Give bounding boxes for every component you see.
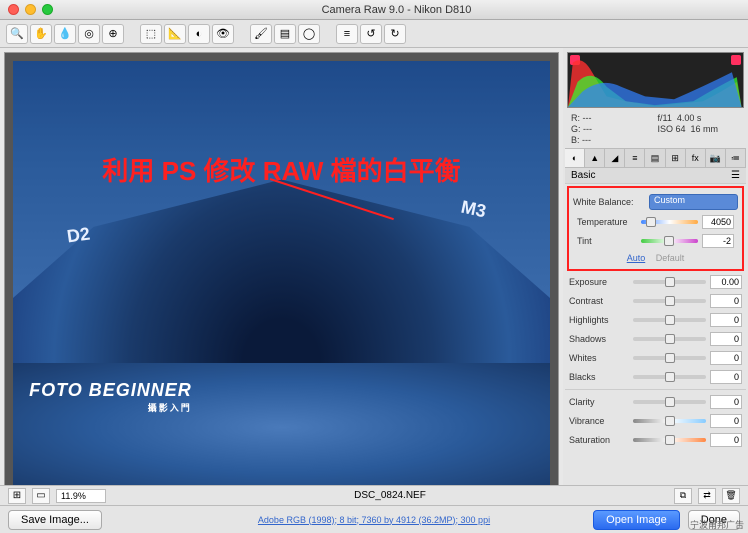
footer: Save Image... Adobe RGB (1998); 8 bit; 7… (0, 505, 748, 533)
panel-menu-icon[interactable]: ☰ (731, 170, 740, 181)
shadows-label: Shadows (569, 334, 629, 344)
corner-watermark: 宁波甬邦广告 (690, 518, 744, 531)
white-balance-section: White Balance: Custom Temperature 4050 T… (567, 186, 744, 271)
clarity-value[interactable]: 0 (710, 395, 742, 409)
vibrance-value[interactable]: 0 (710, 414, 742, 428)
contrast-value[interactable]: 0 (710, 294, 742, 308)
filename-display: DSC_0824.NEF (112, 490, 668, 501)
tab-camera-icon[interactable]: 📷 (706, 149, 726, 167)
blacks-value[interactable]: 0 (710, 370, 742, 384)
histogram[interactable] (567, 52, 744, 108)
adjustment-brush-icon[interactable]: 🖌 (250, 24, 272, 44)
panel-header: Basic☰ (565, 168, 746, 184)
saturation-label: Saturation (569, 435, 629, 445)
maximize-button[interactable] (42, 4, 53, 15)
spot-removal-icon[interactable]: ◐ (188, 24, 210, 44)
blacks-label: Blacks (569, 372, 629, 382)
blacks-slider[interactable] (633, 371, 706, 383)
default-link: Default (656, 253, 685, 263)
tab-hsl-icon[interactable]: ≡ (625, 149, 645, 167)
whites-label: Whites (569, 353, 629, 363)
preferences-icon[interactable]: ≡ (336, 24, 358, 44)
shadows-slider[interactable] (633, 333, 706, 345)
rotate-ccw-icon[interactable]: ↺ (360, 24, 382, 44)
saturation-value[interactable]: 0 (710, 433, 742, 447)
tint-slider[interactable] (641, 235, 698, 247)
zoom-level[interactable]: 11.9% (56, 489, 106, 503)
grid-view-icon[interactable]: ⊞ (8, 488, 26, 504)
highlights-slider[interactable] (633, 314, 706, 326)
clarity-label: Clarity (569, 397, 629, 407)
minimize-button[interactable] (25, 4, 36, 15)
exposure-value[interactable]: 0.00 (710, 275, 742, 289)
preview-footer: ⊞ ▭ 11.9% DSC_0824.NEF ⧉ ⇄ 🗑 (0, 485, 748, 505)
delete-icon[interactable]: 🗑 (722, 488, 740, 504)
side-panel: R: --- f/11 4.00 s G: --- ISO 64 16 mm B… (563, 48, 748, 505)
open-image-button[interactable]: Open Image (593, 510, 680, 530)
eyedropper-icon[interactable]: 💧 (54, 24, 76, 44)
auto-link[interactable]: Auto (627, 253, 646, 263)
saturation-slider[interactable] (633, 434, 706, 446)
target-adjust-icon[interactable]: ⊕ (102, 24, 124, 44)
toolbar: 🔍 ✋ 💧 ◎ ⊕ ⬚ 📐 ◐ 👁 🖌 ▤ ◯ ≡ ↺ ↻ (0, 20, 748, 48)
zoom-tool-icon[interactable]: 🔍 (6, 24, 28, 44)
image-label-d2: D2 (65, 223, 91, 247)
wb-dropdown[interactable]: Custom (649, 194, 738, 210)
contrast-slider[interactable] (633, 295, 706, 307)
vibrance-slider[interactable] (633, 415, 706, 427)
shadows-value[interactable]: 0 (710, 332, 742, 346)
tab-fx-icon[interactable]: fx (686, 149, 706, 167)
tint-label: Tint (577, 236, 637, 246)
redeye-icon[interactable]: 👁 (212, 24, 234, 44)
tab-curve-icon[interactable]: ▲ (585, 149, 605, 167)
temperature-slider[interactable] (641, 216, 698, 228)
compare-icon[interactable]: ⧉ (674, 488, 692, 504)
radial-filter-icon[interactable]: ◯ (298, 24, 320, 44)
workflow-options-link[interactable]: Adobe RGB (1998); 8 bit; 7360 by 4912 (3… (258, 515, 490, 525)
tab-lens-icon[interactable]: ⊞ (666, 149, 686, 167)
exposure-slider[interactable] (633, 276, 706, 288)
graduated-filter-icon[interactable]: ▤ (274, 24, 296, 44)
titlebar: Camera Raw 9.0 - Nikon D810 (0, 0, 748, 20)
tab-basic-icon[interactable]: ◐ (565, 149, 585, 167)
window-title: Camera Raw 9.0 - Nikon D810 (53, 4, 740, 16)
tutorial-overlay-text: 利用 PS 修改 RAW 檔的白平衡 (102, 151, 460, 188)
highlights-label: Highlights (569, 315, 629, 325)
temperature-label: Temperature (577, 217, 637, 227)
tab-split-icon[interactable]: ▤ (645, 149, 665, 167)
whites-value[interactable]: 0 (710, 351, 742, 365)
temperature-value[interactable]: 4050 (702, 215, 734, 229)
exposure-label: Exposure (569, 277, 629, 287)
watermark: FOTO BEGINNER 攝影入門 (29, 380, 192, 414)
whites-slider[interactable] (633, 352, 706, 364)
tab-presets-icon[interactable]: ≔ (726, 149, 746, 167)
exif-readout: R: --- f/11 4.00 s G: --- ISO 64 16 mm B… (565, 110, 746, 148)
color-sampler-icon[interactable]: ◎ (78, 24, 100, 44)
single-view-icon[interactable]: ▭ (32, 488, 50, 504)
wb-label: White Balance: (573, 197, 645, 207)
tab-detail-icon[interactable]: ◢ (605, 149, 625, 167)
straighten-icon[interactable]: 📐 (164, 24, 186, 44)
contrast-label: Contrast (569, 296, 629, 306)
rotate-cw-icon[interactable]: ↻ (384, 24, 406, 44)
save-image-button[interactable]: Save Image... (8, 510, 102, 530)
highlights-value[interactable]: 0 (710, 313, 742, 327)
panel-tabs: ◐ ▲ ◢ ≡ ▤ ⊞ fx 📷 ≔ (565, 148, 746, 168)
clarity-slider[interactable] (633, 396, 706, 408)
image-preview[interactable]: D2 M3 FOTO BEGINNER 攝影入門 利用 PS 修改 RAW 檔的… (4, 52, 559, 501)
vibrance-label: Vibrance (569, 416, 629, 426)
close-button[interactable] (8, 4, 19, 15)
swap-icon[interactable]: ⇄ (698, 488, 716, 504)
crop-icon[interactable]: ⬚ (140, 24, 162, 44)
tint-value[interactable]: -2 (702, 234, 734, 248)
hand-tool-icon[interactable]: ✋ (30, 24, 52, 44)
